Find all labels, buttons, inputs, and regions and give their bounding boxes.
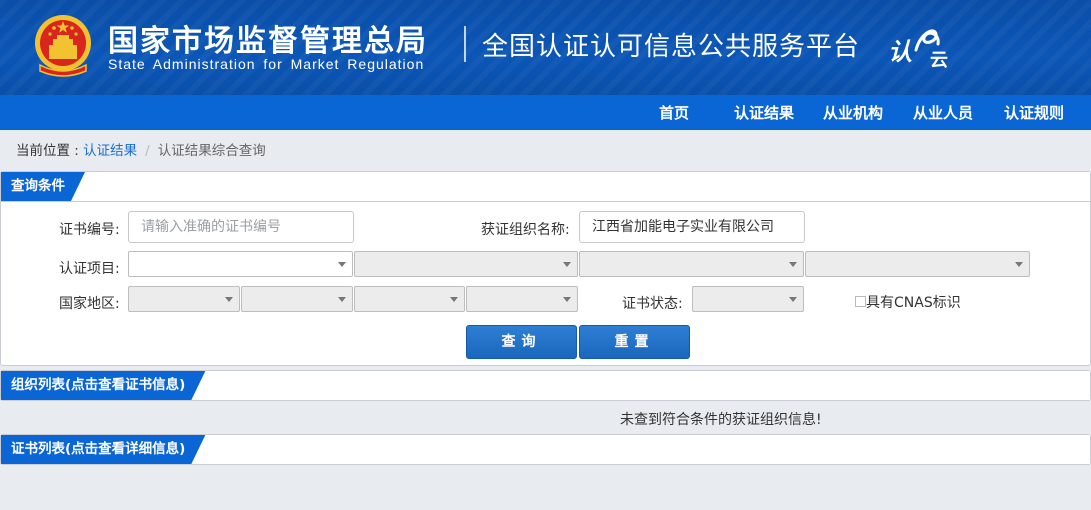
chevron-down-icon — [450, 297, 458, 302]
query-panel-title: 查询条件 — [1, 172, 85, 201]
query-panel-header: 查询条件 — [1, 172, 1090, 202]
cert-item-label: 认证项目: — [59, 261, 120, 277]
logo-text-ren: 认 — [888, 38, 912, 66]
nav-item-institutions[interactable]: 从业机构 — [823, 95, 883, 130]
org-list-panel-title: 组织列表(点击查看证书信息) — [1, 371, 205, 400]
region-select-2[interactable] — [241, 286, 353, 312]
cert-item-select-4[interactable] — [805, 251, 1030, 277]
cnas-checkbox-label[interactable]: 具有CNAS标识 — [866, 292, 961, 312]
chevron-down-icon — [563, 262, 571, 267]
org-name-input[interactable]: 江西省加能电子实业有限公司 — [579, 211, 805, 243]
cert-item-select-1[interactable] — [128, 251, 353, 277]
logo-text-yun: 云 — [930, 50, 948, 71]
chevron-down-icon — [789, 262, 797, 267]
cert-status-label: 证书状态: — [622, 296, 683, 312]
cert-no-label: 证书编号: — [59, 222, 120, 238]
org-name-cn: 国家市场监督管理总局 — [108, 24, 428, 59]
org-name-label: 获证组织名称: — [481, 222, 570, 238]
platform-title: 全国认证认可信息公共服务平台 — [482, 32, 861, 62]
breadcrumb-current: 认证结果综合查询 — [157, 143, 266, 159]
org-list-panel-header: 组织列表(点击查看证书信息) — [1, 371, 1090, 400]
site-header: 国家市场监督管理总局 State Administration for Mark… — [0, 0, 1091, 95]
region-label: 国家地区: — [59, 296, 120, 312]
org-list-panel: 组织列表(点击查看证书信息) — [0, 370, 1091, 401]
chevron-down-icon — [338, 262, 346, 267]
header-divider — [464, 26, 466, 62]
region-select-3[interactable] — [354, 286, 465, 312]
breadcrumb-separator: / — [145, 143, 150, 159]
region-select-4[interactable] — [466, 286, 578, 312]
cert-list-panel: 证书列表(点击查看详细信息) — [0, 434, 1091, 465]
region-select-1[interactable] — [128, 286, 240, 312]
breadcrumb-link-cert-results[interactable]: 认证结果 — [83, 143, 137, 159]
cert-no-input[interactable]: 请输入准确的证书编号 — [128, 211, 354, 243]
chevron-down-icon — [338, 297, 346, 302]
chevron-down-icon — [1015, 262, 1023, 267]
nav-item-rules[interactable]: 认证规则 — [1004, 95, 1064, 130]
reset-button[interactable]: 重置 — [579, 325, 690, 359]
cert-list-panel-header: 证书列表(点击查看详细信息) — [1, 435, 1090, 464]
search-button[interactable]: 查询 — [466, 325, 577, 359]
renzheng-cloud-logo: 认 云 — [886, 22, 956, 72]
cert-list-panel-title: 证书列表(点击查看详细信息) — [1, 435, 205, 464]
national-emblem-icon — [35, 15, 91, 77]
nav-item-cert-results[interactable]: 认证结果 — [734, 95, 794, 130]
cnas-checkbox[interactable] — [855, 296, 866, 307]
org-name-en: State Administration for Market Regulati… — [108, 56, 425, 72]
breadcrumb: 当前位置 : 认证结果 / 认证结果综合查询 — [16, 139, 266, 159]
main-nav: 首页 认证结果 从业机构 从业人员 认证规则 — [0, 95, 1091, 130]
org-list-empty-message: 未查到符合条件的获证组织信息! — [620, 412, 822, 428]
cert-item-select-2[interactable] — [354, 251, 578, 277]
chevron-down-icon — [789, 297, 797, 302]
chevron-down-icon — [563, 297, 571, 302]
cert-status-select[interactable] — [692, 286, 804, 312]
cert-item-select-3[interactable] — [579, 251, 804, 277]
nav-item-home[interactable]: 首页 — [659, 95, 689, 130]
chevron-down-icon — [225, 297, 233, 302]
breadcrumb-prefix: 当前位置 : — [16, 143, 84, 159]
nav-item-personnel[interactable]: 从业人员 — [913, 95, 973, 130]
